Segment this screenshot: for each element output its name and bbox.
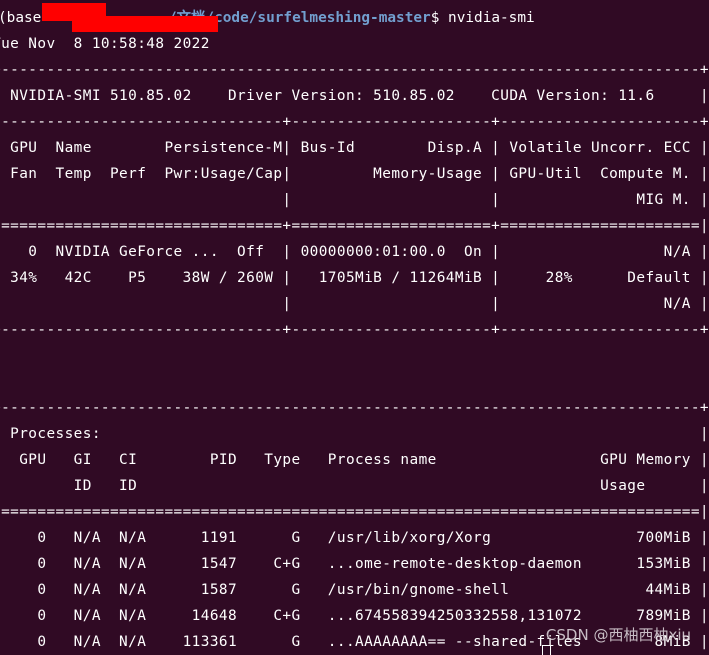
output-line: |===============================+=======… bbox=[0, 218, 709, 234]
output-line: | GPU Name Persistence-M| Bus-Id Disp.A … bbox=[0, 140, 709, 156]
output-line: +---------------------------------------… bbox=[0, 400, 709, 416]
cursor-icon bbox=[542, 645, 551, 655]
output-line: +---------------------------------------… bbox=[0, 62, 709, 78]
output-line: |-------------------------------+-------… bbox=[0, 114, 709, 130]
output-line: | | | N/A | bbox=[0, 296, 709, 312]
output-line: | 0 N/A N/A 1191 G /usr/lib/xorg/Xorg 70… bbox=[0, 530, 709, 546]
watermark: CSDN @西柚西柚xiu bbox=[545, 626, 691, 644]
output-line: Tue Nov 8 10:58:48 2022 bbox=[0, 36, 210, 52]
output-line: +-------------------------------+-------… bbox=[0, 322, 709, 338]
redaction-bar bbox=[72, 16, 218, 32]
output-line: | Processes: | bbox=[0, 426, 709, 442]
output-line: | Fan Temp Perf Pwr:Usage/Cap| Memory-Us… bbox=[0, 166, 709, 182]
typed-command: nvidia-smi bbox=[439, 10, 535, 26]
output-line: | NVIDIA-SMI 510.85.02 Driver Version: 5… bbox=[0, 88, 709, 104]
terminal-window[interactable]: (base ~/文档/code/surfelmeshing-master$ nvi… bbox=[0, 0, 709, 655]
output-line: | 0 N/A N/A 1587 G /usr/bin/gnome-shell … bbox=[0, 582, 709, 598]
output-line: | ID ID Usage | bbox=[0, 478, 709, 494]
output-line: | 0 N/A N/A 1547 C+G ...ome-remote-deskt… bbox=[0, 556, 709, 572]
output-line: | GPU GI CI PID Type Process name GPU Me… bbox=[0, 452, 709, 468]
output-line: |=======================================… bbox=[0, 504, 709, 520]
output-line: | 0 NVIDIA GeForce ... Off | 00000000:01… bbox=[0, 244, 709, 260]
output-line: | | | MIG M. | bbox=[0, 192, 709, 208]
prompt-user: (base bbox=[0, 10, 42, 26]
output-line: | 34% 42C P5 38W / 260W | 1705MiB / 1126… bbox=[0, 270, 709, 286]
